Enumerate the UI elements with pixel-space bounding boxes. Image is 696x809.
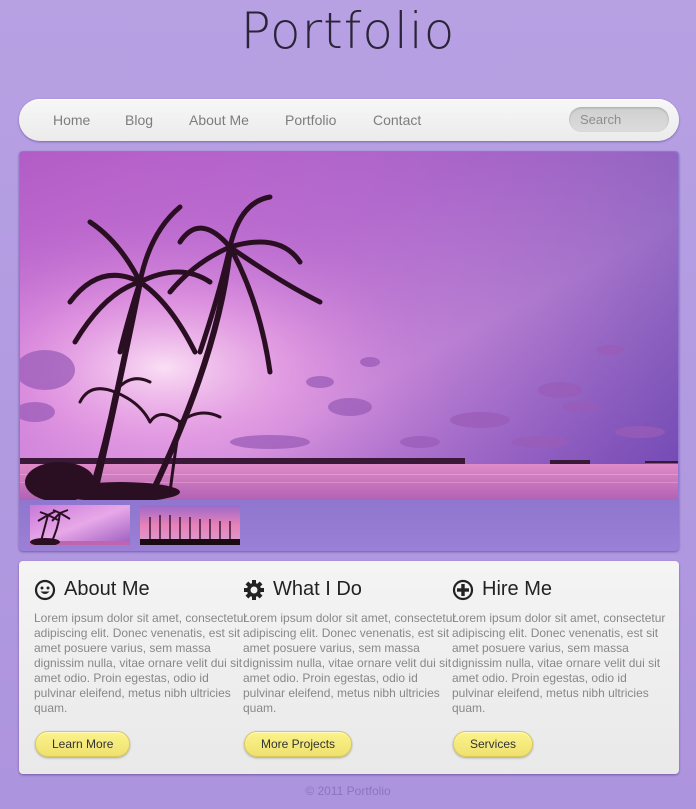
nav-item-portfolio[interactable]: Portfolio (285, 112, 336, 128)
column-heading: What I Do (243, 578, 362, 601)
search-input[interactable] (569, 107, 669, 132)
thumbnail-palms[interactable] (30, 505, 130, 545)
image-slider (19, 151, 679, 551)
sunset-palms-illustration (20, 152, 678, 500)
site-title: Portfolio (240, 2, 456, 60)
nav-item-about-me[interactable]: About Me (189, 112, 249, 128)
column-body: Lorem ipsum dolor sit amet, consectetur … (452, 611, 666, 715)
services-button[interactable]: Services (453, 731, 534, 757)
main-navbar: Home Blog About Me Portfolio Contact (19, 99, 679, 141)
nav-item-home[interactable]: Home (53, 112, 90, 128)
plus-circle-icon (452, 579, 474, 600)
nav-item-blog[interactable]: Blog (125, 112, 153, 128)
gear-icon (244, 579, 264, 600)
thumbnail-trees[interactable] (140, 505, 240, 545)
column-body: Lorem ipsum dolor sit amet, consectetur … (34, 611, 248, 715)
column-body: Lorem ipsum dolor sit amet, consectetur … (243, 611, 457, 715)
thumbnail-strip (19, 500, 679, 551)
column-heading: About Me (34, 578, 150, 601)
more-projects-button[interactable]: More Projects (244, 731, 353, 757)
hero-image (20, 152, 678, 500)
features-panel: About Me Lorem ipsum dolor sit amet, con… (19, 561, 679, 774)
learn-more-button[interactable]: Learn More (35, 731, 131, 757)
footer-copyright: © 2011 Portfolio (305, 784, 391, 798)
smiley-icon (34, 579, 56, 600)
nav-item-contact[interactable]: Contact (373, 112, 421, 128)
column-heading: Hire Me (452, 578, 552, 601)
